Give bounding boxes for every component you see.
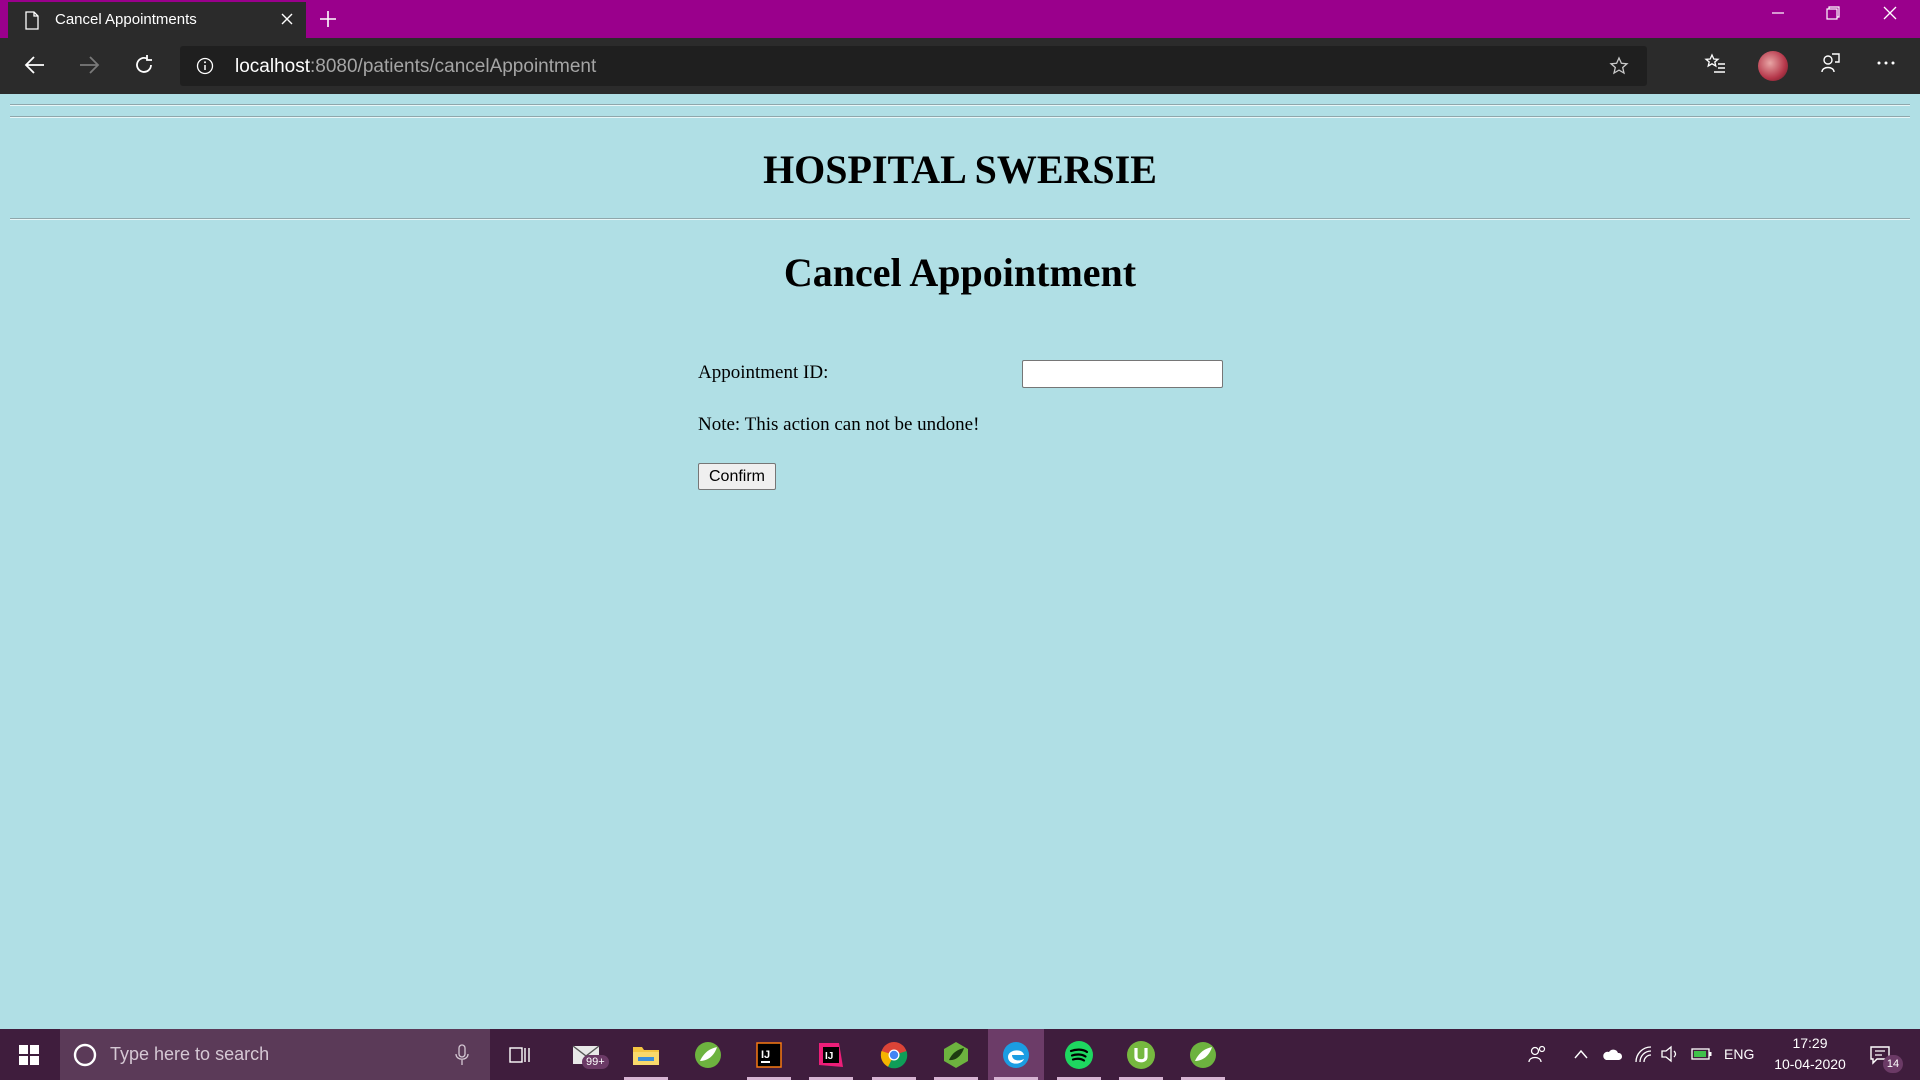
microphone-icon[interactable]: [455, 1044, 469, 1066]
spring-boot-icon[interactable]: [928, 1029, 984, 1080]
people-icon[interactable]: [1527, 1044, 1547, 1064]
intellij-icon[interactable]: IJ: [741, 1029, 797, 1080]
browser-title-bar: Cancel Appointments: [0, 0, 1920, 38]
clock-date: 10-04-2020: [1774, 1056, 1846, 1072]
url-text[interactable]: localhost:8080/patients/cancelAppointmen…: [235, 56, 596, 78]
minimize-icon[interactable]: [1770, 5, 1786, 21]
taskbar-search-box[interactable]: Type here to search: [60, 1029, 490, 1080]
appointment-id-input[interactable]: [1022, 360, 1223, 388]
site-info-icon[interactable]: [196, 57, 214, 75]
browser-toolbar: localhost:8080/patients/cancelAppointmen…: [0, 38, 1920, 94]
utorrent-icon[interactable]: [1113, 1029, 1169, 1080]
show-hidden-icons-chevron-icon[interactable]: [1573, 1048, 1589, 1060]
favorites-icon[interactable]: [1704, 52, 1726, 74]
tab-title: Cancel Appointments: [55, 11, 197, 28]
volume-icon[interactable]: [1660, 1045, 1680, 1063]
browser-tab[interactable]: Cancel Appointments: [8, 2, 306, 38]
more-options-icon[interactable]: [1875, 52, 1897, 74]
file-explorer-icon[interactable]: [618, 1029, 674, 1080]
spotify-icon[interactable]: [1051, 1029, 1107, 1080]
forward-icon[interactable]: [78, 54, 100, 76]
battery-icon[interactable]: [1691, 1046, 1713, 1062]
url-host: localhost: [235, 56, 310, 77]
back-icon[interactable]: [24, 54, 46, 76]
system-clock[interactable]: 17:29 10-04-2020: [1768, 1033, 1852, 1075]
spring-tool-icon[interactable]: [680, 1029, 736, 1080]
search-placeholder: Type here to search: [110, 1044, 270, 1064]
svg-text:IJ: IJ: [761, 1049, 770, 1061]
intellij-alt-icon[interactable]: IJ: [803, 1029, 859, 1080]
chrome-icon[interactable]: [866, 1029, 922, 1080]
mail-icon[interactable]: 99+: [560, 1029, 616, 1080]
restore-icon[interactable]: [1825, 5, 1841, 21]
site-title: HOSPITAL SWERSIE: [763, 147, 1157, 192]
cortana-icon: [73, 1043, 97, 1067]
task-view-icon[interactable]: [492, 1029, 548, 1080]
onedrive-icon[interactable]: [1601, 1045, 1623, 1063]
page-content: HOSPITAL SWERSIE Cancel Appointment Appo…: [0, 94, 1920, 1029]
clock-time: 17:29: [1792, 1035, 1828, 1051]
top-divider-2: [10, 116, 1910, 118]
address-bar[interactable]: localhost:8080/patients/cancelAppointmen…: [180, 46, 1647, 86]
language-indicator[interactable]: ENG: [1724, 1046, 1754, 1062]
windows-start-icon[interactable]: [19, 1045, 39, 1065]
notification-count-badge: 14: [1883, 1055, 1903, 1073]
url-path: :8080/patients/cancelAppointment: [310, 56, 597, 77]
header-divider: [10, 218, 1910, 220]
new-tab-icon[interactable]: [318, 9, 338, 29]
refresh-icon[interactable]: [133, 54, 155, 76]
top-divider: [10, 104, 1910, 106]
confirm-button[interactable]: Confirm: [698, 463, 776, 490]
spring-icon[interactable]: [1175, 1029, 1231, 1080]
profile-avatar[interactable]: [1758, 51, 1788, 81]
favorite-star-icon[interactable]: [1609, 56, 1629, 76]
edge-icon[interactable]: [988, 1029, 1044, 1080]
warning-note: Note: This action can not be undone!: [698, 414, 980, 435]
document-icon: [25, 11, 39, 30]
read-aloud-icon[interactable]: [1819, 52, 1841, 74]
page-title: Cancel Appointment: [783, 250, 1137, 295]
appointment-id-label: Appointment ID:: [698, 362, 829, 383]
wifi-icon[interactable]: [1634, 1045, 1652, 1063]
close-tab-icon[interactable]: [280, 12, 294, 26]
windows-taskbar: Type here to search 99+ IJ IJ ENG 17:29 …: [0, 1029, 1920, 1080]
close-window-icon[interactable]: [1882, 5, 1898, 21]
mail-badge: 99+: [582, 1055, 609, 1069]
svg-text:IJ: IJ: [825, 1051, 833, 1062]
